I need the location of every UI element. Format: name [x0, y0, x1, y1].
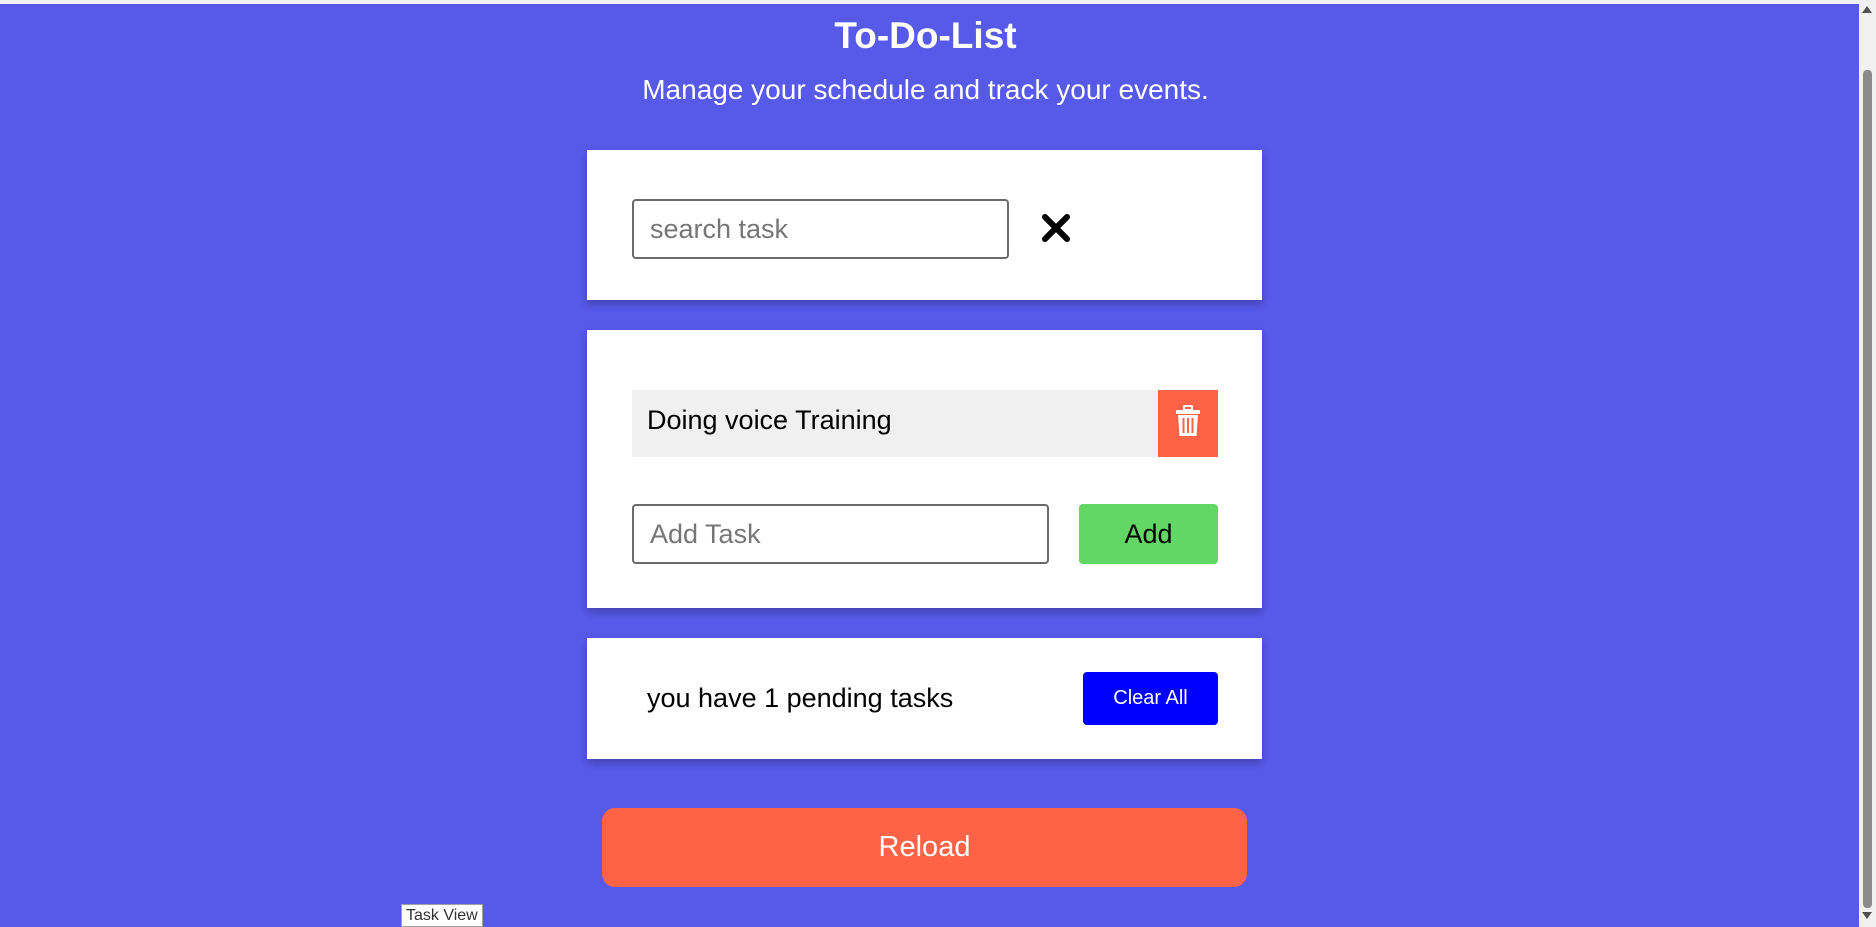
search-input[interactable]: [632, 199, 1009, 259]
scroll-down-arrow-icon[interactable]: [1862, 912, 1872, 919]
search-card: [587, 150, 1262, 300]
trash-icon: [1175, 405, 1201, 442]
pending-count-text: you have 1 pending tasks: [647, 683, 954, 713]
scroll-up-arrow-icon[interactable]: [1862, 6, 1872, 13]
task-item-label: Doing voice Training: [647, 405, 892, 435]
close-icon[interactable]: [1036, 208, 1076, 248]
delete-task-button[interactable]: [1158, 390, 1218, 457]
vertical-scrollbar[interactable]: [1859, 0, 1876, 927]
scrollbar-thumb[interactable]: [1863, 70, 1872, 908]
task-item: Doing voice Training: [632, 390, 1218, 457]
task-list-card: Doing voice Training Add: [587, 330, 1262, 608]
reload-button[interactable]: Reload: [602, 808, 1247, 887]
page-title: To-Do-List: [834, 15, 1017, 56]
summary-card: you have 1 pending tasks Clear All: [587, 638, 1262, 759]
add-task-input[interactable]: [632, 504, 1049, 564]
page-background: To-Do-List Manage your schedule and trac…: [0, 4, 1859, 927]
tooltip: Task View: [401, 904, 483, 927]
clear-all-button[interactable]: Clear All: [1083, 672, 1218, 725]
page-subtitle: Manage your schedule and track your even…: [642, 74, 1209, 105]
add-task-button[interactable]: Add: [1079, 504, 1218, 564]
